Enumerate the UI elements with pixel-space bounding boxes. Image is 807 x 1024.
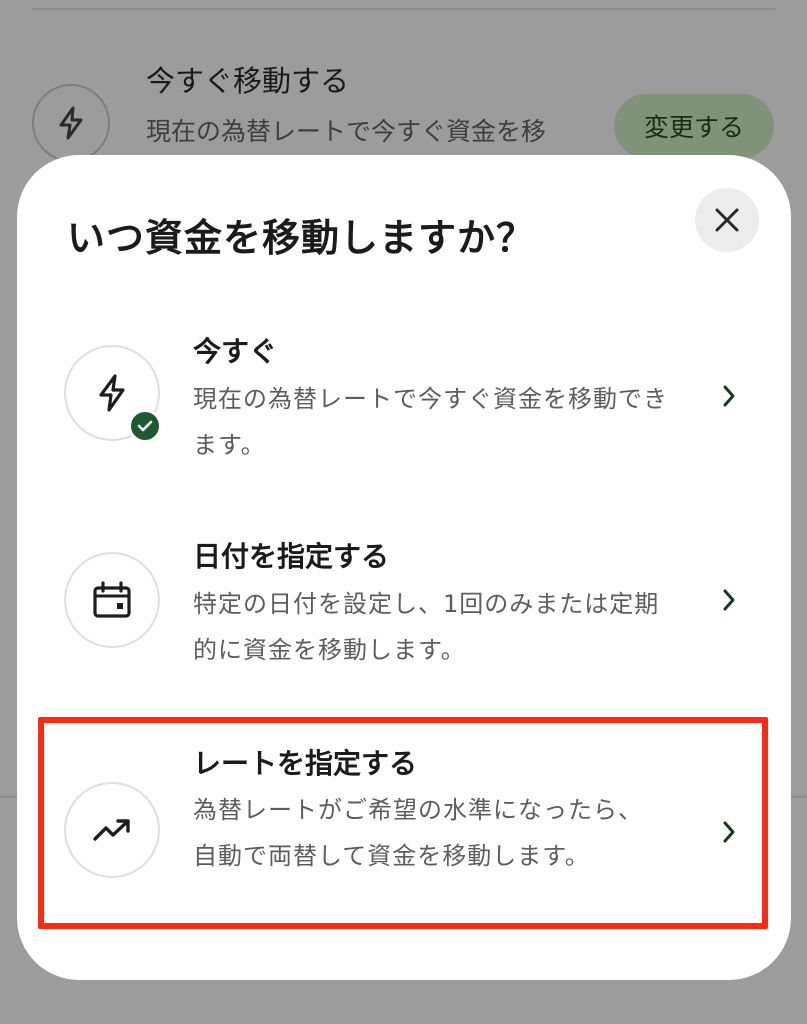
option-now-desc: 現在の為替レートで今すぐ資金を移動できます。 — [193, 385, 668, 459]
option-now-title: 今すぐ — [193, 335, 278, 368]
close-button[interactable] — [695, 188, 759, 252]
background-option-title: 今すぐ移動する — [146, 64, 350, 98]
option-now-icon-circle — [64, 345, 162, 443]
lightning-icon — [59, 106, 83, 140]
option-rate-title: レートを指定する — [193, 747, 418, 780]
option-rate-icon-circle — [64, 782, 160, 878]
option-date-icon-circle — [64, 552, 160, 648]
trend-up-icon — [93, 819, 130, 841]
background-divider — [32, 8, 775, 10]
checkmark-icon — [137, 420, 153, 432]
option-specify-rate[interactable]: レートを指定する 為替レートがご希望の水準になったら、自動で両替して資金を移動し… — [17, 740, 791, 930]
sheet-title: いつ資金を移動しますか？ — [67, 216, 536, 260]
option-specify-date[interactable]: 日付を指定する 特定の日付を設定し、1回のみまたは定期的に資金を移動します。 — [17, 533, 791, 693]
schedule-transfer-sheet: いつ資金を移動しますか？ 今すぐ 現在の為替レートで今すぐ資金を移動できます。 — [17, 155, 791, 980]
option-rate-desc: 為替レートがご希望の水準になったら、自動で両替して資金を移動します。 — [193, 796, 643, 870]
close-icon — [715, 208, 739, 232]
background-option-icon — [32, 84, 110, 162]
chevron-right-icon — [717, 585, 741, 615]
option-date-desc: 特定の日付を設定し、1回のみまたは定期的に資金を移動します。 — [193, 590, 660, 664]
calendar-icon — [93, 581, 131, 618]
change-button[interactable]: 変更する — [614, 94, 774, 158]
background-option-desc: 現在の為替レートで今すぐ資金を移 — [146, 117, 547, 146]
option-now[interactable]: 今すぐ 現在の為替レートで今すぐ資金を移動できます。 — [17, 327, 791, 487]
selected-check-badge — [128, 409, 162, 443]
lightning-icon — [99, 374, 125, 412]
chevron-right-icon — [717, 381, 741, 411]
option-date-title: 日付を指定する — [193, 540, 390, 573]
chevron-right-icon — [717, 817, 741, 847]
